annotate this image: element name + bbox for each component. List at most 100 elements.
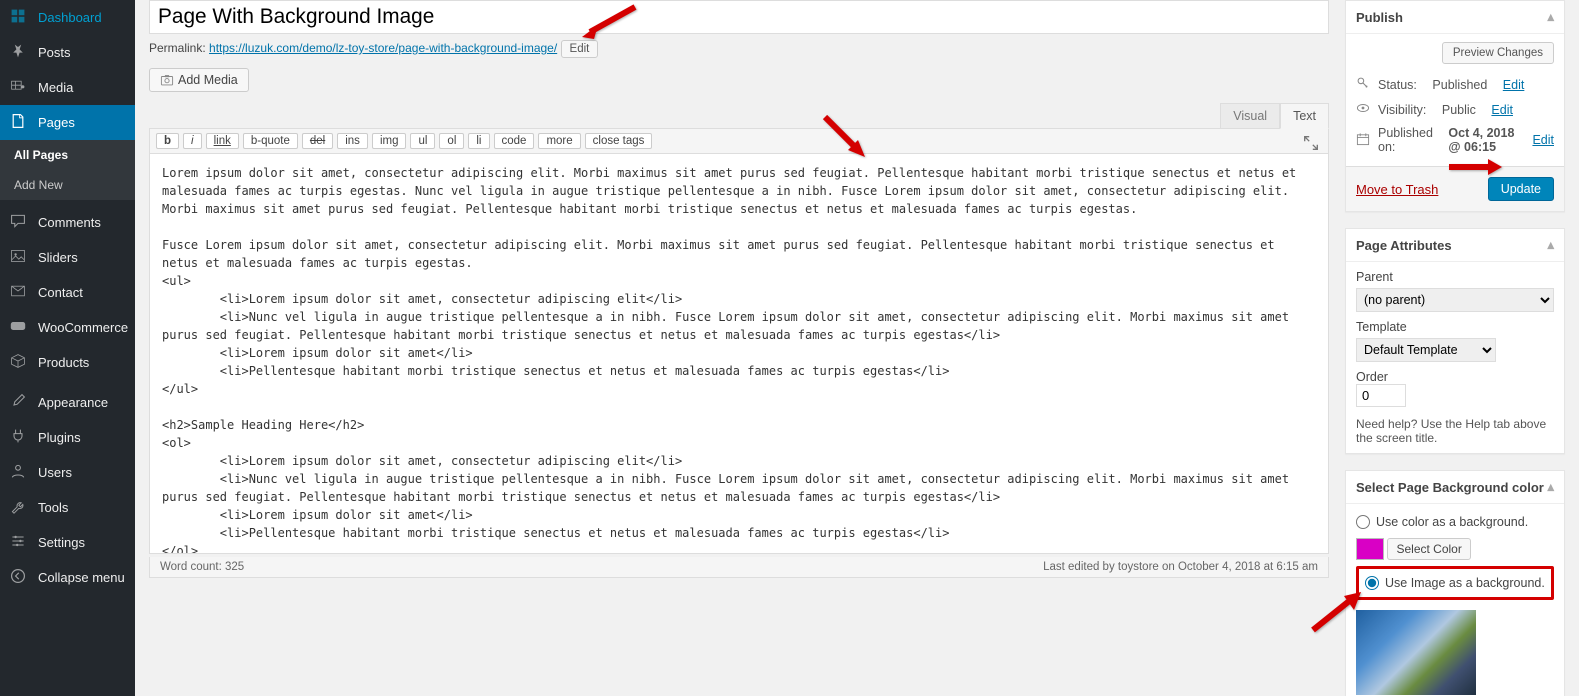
order-input[interactable] [1356, 384, 1406, 407]
eye-icon [1356, 101, 1372, 118]
move-to-trash-link[interactable]: Move to Trash [1356, 182, 1438, 197]
order-label: Order [1356, 370, 1554, 384]
permalink-label: Permalink: [149, 41, 206, 55]
sidebar-item-posts[interactable]: Posts [0, 35, 135, 70]
visibility-value: Public [1442, 103, 1476, 117]
caret-up-icon: ▴ [1547, 9, 1554, 25]
sidebar-label: Pages [38, 115, 75, 130]
quicktag-i[interactable]: i [183, 133, 202, 149]
sidebar-label: Comments [38, 215, 101, 230]
quicktags-toolbar: bilinkb-quotedelinsimgulollicodemore clos… [149, 128, 1329, 154]
calendar-icon [1356, 132, 1372, 149]
background-image-preview[interactable] [1356, 610, 1476, 695]
preview-changes-button[interactable]: Preview Changes [1442, 42, 1554, 64]
use-color-label: Use color as a background. [1376, 515, 1528, 529]
pin-icon [10, 43, 30, 62]
users-icon [10, 463, 30, 482]
expand-icon[interactable] [1302, 134, 1322, 154]
sliders-icon [10, 533, 30, 552]
parent-select[interactable]: (no parent) [1356, 288, 1554, 312]
wrench-icon [10, 498, 30, 517]
sidebar-item-dashboard[interactable]: Dashboard [0, 0, 135, 35]
box-icon [10, 353, 30, 372]
publish-box-header[interactable]: Publish ▴ [1346, 1, 1564, 34]
sidebar-label: Contact [38, 285, 83, 300]
sidebar-item-woocommerce[interactable]: WooCommerce [0, 310, 135, 345]
media-icon [10, 78, 30, 97]
update-button[interactable]: Update [1488, 177, 1554, 201]
quicktag-more[interactable]: more [538, 133, 580, 149]
plug-icon [10, 428, 30, 447]
sidebar-label: Plugins [38, 430, 81, 445]
collapse-menu[interactable]: Collapse menu [0, 560, 135, 595]
visibility-edit-link[interactable]: Edit [1491, 103, 1513, 117]
use-color-option[interactable]: Use color as a background. [1356, 512, 1554, 532]
image-icon [10, 248, 30, 267]
sidebar-item-tools[interactable]: Tools [0, 490, 135, 525]
quicktag-b[interactable]: b [156, 133, 179, 149]
select-color-button[interactable]: Select Color [1387, 538, 1470, 560]
sidebar-item-plugins[interactable]: Plugins [0, 420, 135, 455]
sidebar-item-products[interactable]: Products [0, 345, 135, 380]
color-swatch [1356, 538, 1384, 560]
status-edit-link[interactable]: Edit [1503, 78, 1525, 92]
comment-icon [10, 213, 30, 232]
add-media-button[interactable]: Add Media [149, 68, 249, 92]
quicktag-link[interactable]: link [206, 133, 239, 149]
use-image-radio[interactable] [1365, 576, 1379, 590]
envelope-icon [10, 283, 30, 302]
quicktag-img[interactable]: img [372, 133, 407, 149]
quicktag-ol[interactable]: ol [439, 133, 464, 149]
sidebar-item-contact[interactable]: Contact [0, 275, 135, 310]
background-color-header[interactable]: Select Page Background color ▴ [1346, 471, 1564, 504]
visual-tab[interactable]: Visual [1220, 103, 1280, 129]
sidebar-item-comments[interactable]: Comments [0, 205, 135, 240]
sidebar-label: Products [38, 355, 89, 370]
use-color-radio[interactable] [1356, 515, 1370, 529]
page-attributes-header[interactable]: Page Attributes ▴ [1346, 229, 1564, 262]
sidebar-label: Dashboard [38, 10, 102, 25]
woo-icon [10, 318, 30, 337]
brush-icon [10, 393, 30, 412]
text-tab[interactable]: Text [1280, 103, 1329, 129]
quicktag-ul[interactable]: ul [410, 133, 435, 149]
sidebar-sub-all-pages[interactable]: All Pages [0, 140, 135, 170]
permalink: Permalink: https://luzuk.com/demo/lz-toy… [149, 34, 1329, 68]
visibility-label: Visibility: [1378, 103, 1426, 117]
page-title-input[interactable] [149, 0, 1329, 34]
page-attributes-box: Page Attributes ▴ Parent (no parent) Tem… [1345, 228, 1565, 454]
template-label: Template [1356, 320, 1554, 334]
quicktag-code[interactable]: code [494, 133, 535, 149]
word-count: Word count: 325 [160, 561, 244, 573]
collapse-label: Collapse menu [38, 570, 125, 585]
key-icon [1356, 76, 1372, 93]
sidebar-label: WooCommerce [38, 320, 128, 335]
permalink-url[interactable]: https://luzuk.com/demo/lz-toy-store/page… [209, 41, 557, 55]
content-editor[interactable] [149, 154, 1329, 554]
sidebar-label: Settings [38, 535, 85, 550]
sidebar-item-users[interactable]: Users [0, 455, 135, 490]
sidebar-item-media[interactable]: Media [0, 70, 135, 105]
published-edit-link[interactable]: Edit [1532, 133, 1554, 147]
last-edited: Last edited by toystore on October 4, 20… [1043, 561, 1318, 573]
quicktag-li[interactable]: li [468, 133, 489, 149]
template-select[interactable]: Default Template [1356, 338, 1496, 362]
quicktag-b-quote[interactable]: b-quote [243, 133, 298, 149]
sidebar-sub-add-new[interactable]: Add New [0, 170, 135, 200]
sidebar-item-sliders[interactable]: Sliders [0, 240, 135, 275]
sidebar-item-settings[interactable]: Settings [0, 525, 135, 560]
background-color-box: Select Page Background color ▴ Use color… [1345, 470, 1565, 696]
use-image-option[interactable]: Use Image as a background. [1365, 573, 1545, 593]
sidebar-label: Appearance [38, 395, 108, 410]
bgcolor-title: Select Page Background color [1356, 480, 1544, 495]
parent-label: Parent [1356, 270, 1554, 284]
quicktag-ins[interactable]: ins [337, 133, 368, 149]
sidebar-item-appearance[interactable]: Appearance [0, 385, 135, 420]
attributes-help-text: Need help? Use the Help tab above the sc… [1356, 417, 1554, 445]
camera-icon [160, 73, 174, 87]
sidebar-item-pages[interactable]: Pages [0, 105, 135, 140]
quicktag-close-tags[interactable]: close tags [585, 133, 653, 149]
quicktag-del[interactable]: del [302, 133, 333, 149]
permalink-edit-button[interactable]: Edit [561, 40, 599, 58]
collapse-icon [10, 568, 30, 587]
